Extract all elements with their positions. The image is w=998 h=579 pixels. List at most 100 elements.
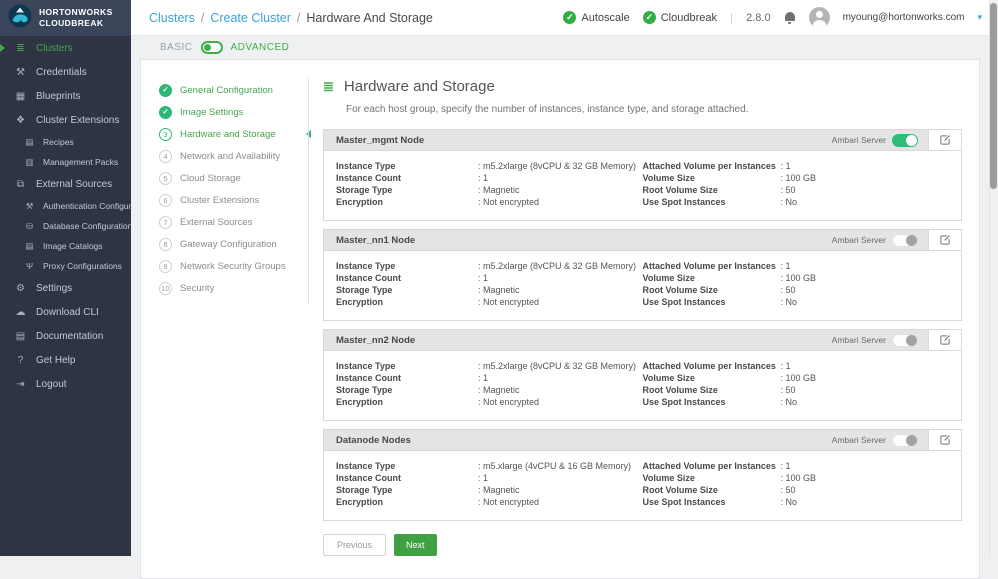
documentation-icon: ▤ [14, 331, 27, 342]
app-logo[interactable]: HORTONWORKS CLOUDBREAK [0, 0, 131, 36]
sidebar-item-logout[interactable]: ⇥Logout [0, 372, 131, 396]
field-row: Use Spot Instances: No [643, 496, 950, 508]
step-label: Gateway Configuration [180, 239, 277, 250]
sidebar-item-image-catalogs[interactable]: ▤Image Catalogs [0, 236, 131, 256]
wizard-step-8[interactable]: 8 Gateway Configuration [141, 233, 309, 255]
field-value: : No [781, 497, 798, 507]
ambari-server-toggle[interactable] [892, 234, 918, 247]
field-label: Root Volume Size [643, 285, 781, 295]
wizard-step-7[interactable]: 7External Sources [141, 211, 309, 233]
field-row: Root Volume Size: 50 [643, 384, 950, 396]
toggle-knob [906, 435, 917, 446]
divider: | [730, 11, 733, 25]
group-fields-right: Attached Volume per Instances: 1Volume S… [643, 260, 950, 308]
field-row: Instance Type: m5.2xlarge (8vCPU & 32 GB… [336, 360, 643, 372]
breadcrumb-item: Hardware And Storage [306, 11, 432, 25]
step-check-icon: ✓ [159, 84, 172, 97]
ambari-server-toggle[interactable] [892, 334, 918, 347]
sidebar-item-download-cli[interactable]: ☁Download CLI [0, 300, 131, 324]
sidebar-item-label: Cluster Extensions [36, 115, 119, 126]
wizard-step-2[interactable]: ✓Image Settings [141, 101, 309, 123]
sidebar-item-clusters[interactable]: ≣Clusters [0, 36, 131, 60]
sidebar-item-get-help[interactable]: ?Get Help [0, 348, 131, 372]
sidebar-item-label: Recipes [43, 137, 74, 147]
group-body: Instance Type: m5.2xlarge (8vCPU & 32 GB… [324, 251, 961, 320]
toggle-knob [906, 335, 917, 346]
field-label: Volume Size [643, 373, 781, 383]
sidebar-item-blueprints[interactable]: ▦Blueprints [0, 84, 131, 108]
field-label: Attached Volume per Instances [643, 161, 781, 171]
sidebar-item-database-configurations[interactable]: ⛁Database Configurations [0, 216, 131, 236]
group-header: Master_nn2 NodeAmbari Server [324, 330, 961, 351]
wizard-step-3[interactable]: 3Hardware and Storage [141, 123, 309, 145]
host-groups: Master_mgmt NodeAmbari ServerInstance Ty… [323, 129, 962, 529]
field-value: : 1 [781, 161, 791, 171]
user-email[interactable]: myoung@hortonworks.com [843, 12, 965, 23]
step-label: Image Settings [180, 107, 243, 118]
group-fields-left: Instance Type: m5.2xlarge (8vCPU & 32 GB… [336, 160, 643, 208]
sidebar-item-cluster-extensions[interactable]: ❖Cluster Extensions [0, 108, 131, 132]
scrollbar-thumb[interactable] [990, 3, 997, 189]
field-label: Root Volume Size [643, 385, 781, 395]
sidebar-item-authentication-configurations[interactable]: ⚒Authentication Configurations [0, 196, 131, 216]
sidebar-item-management-packs[interactable]: ▥Management Packs [0, 152, 131, 172]
field-value: : 100 GB [781, 373, 817, 383]
breadcrumb-item[interactable]: Clusters [149, 11, 195, 25]
sidebar-item-external-sources[interactable]: ⧉External Sources [0, 172, 131, 196]
basic-advanced-toggle[interactable] [201, 41, 223, 54]
ambari-server-label: Ambari Server [832, 135, 886, 145]
user-avatar[interactable] [809, 7, 830, 28]
ambari-server-toggle[interactable] [892, 134, 918, 147]
step-number-badge: 5 [159, 172, 172, 185]
field-value: : 1 [478, 273, 488, 283]
recipes-icon: ▤ [23, 137, 36, 148]
wizard-step-10[interactable]: 10Security [141, 277, 309, 299]
wizard-step-9[interactable]: 9Network Security Groups [141, 255, 309, 277]
chevron-down-icon[interactable]: ▾ [977, 12, 982, 23]
scrollbar-track[interactable] [989, 0, 998, 556]
sidebar-item-credentials[interactable]: ⚒Credentials [0, 60, 131, 84]
edit-group-button[interactable] [928, 230, 961, 250]
cloudbreak-label: Cloudbreak [661, 12, 717, 24]
ambari-server-toggle[interactable] [892, 434, 918, 447]
wizard-step-1[interactable]: ✓General Configuration [141, 79, 309, 101]
hardware-list-icon: ≣ [323, 79, 334, 95]
wizard-step-6[interactable]: 6Cluster Extensions [141, 189, 309, 211]
field-label: Root Volume Size [643, 185, 781, 195]
step-number-badge: 8 [159, 238, 172, 251]
field-value: : No [781, 197, 798, 207]
ambari-server-control: Ambari Server [832, 330, 928, 350]
sidebar-item-label: Management Packs [43, 157, 118, 167]
group-body: Instance Type: m5.xlarge (4vCPU & 16 GB … [324, 451, 961, 520]
edit-group-button[interactable] [928, 430, 961, 450]
step-number-badge: 4 [159, 150, 172, 163]
next-button[interactable]: Next [394, 534, 437, 556]
breadcrumb-item[interactable]: Create Cluster [210, 11, 291, 25]
notifications-bell-icon[interactable] [784, 11, 796, 25]
sidebar-item-recipes[interactable]: ▤ Recipes [0, 132, 131, 152]
group-fields-right: Attached Volume per Instances: 1Volume S… [643, 460, 950, 508]
autoscale-label: Autoscale [581, 12, 629, 24]
sidebar-items: ≣Clusters⚒Credentials▦Blueprints❖Cluster… [0, 36, 131, 396]
ambari-server-label: Ambari Server [832, 335, 886, 345]
edit-icon [939, 334, 951, 346]
credentials-icon: ⚒ [14, 67, 27, 78]
step-label: Hardware and Storage [180, 129, 276, 140]
topbar-right: ✓ Autoscale ✓ Cloudbreak | 2.8.0 myoung@… [563, 7, 982, 28]
ambari-server-control: Ambari Server [832, 130, 928, 150]
field-row: Attached Volume per Instances: 1 [643, 160, 950, 172]
group-fields-right: Attached Volume per Instances: 1Volume S… [643, 360, 950, 408]
wizard-step-4[interactable]: 4Network and Availability [141, 145, 309, 167]
sidebar-item-label: Database Configurations [43, 221, 131, 231]
sidebar-item-documentation[interactable]: ▤Documentation [0, 324, 131, 348]
edit-group-button[interactable] [928, 130, 961, 150]
group-fields-left: Instance Type: m5.2xlarge (8vCPU & 32 GB… [336, 360, 643, 408]
sidebar-item-proxy-configurations[interactable]: ΨProxy Configurations [0, 256, 131, 276]
field-row: Instance Count: 1 [336, 172, 643, 184]
wizard-step-5[interactable]: 5Cloud Storage [141, 167, 309, 189]
autoscale-status: ✓ Autoscale [563, 11, 629, 24]
previous-button[interactable]: Previous [323, 534, 386, 556]
sidebar-item-settings[interactable]: ⚙Settings [0, 276, 131, 300]
field-value: : 1 [781, 261, 791, 271]
edit-group-button[interactable] [928, 330, 961, 350]
